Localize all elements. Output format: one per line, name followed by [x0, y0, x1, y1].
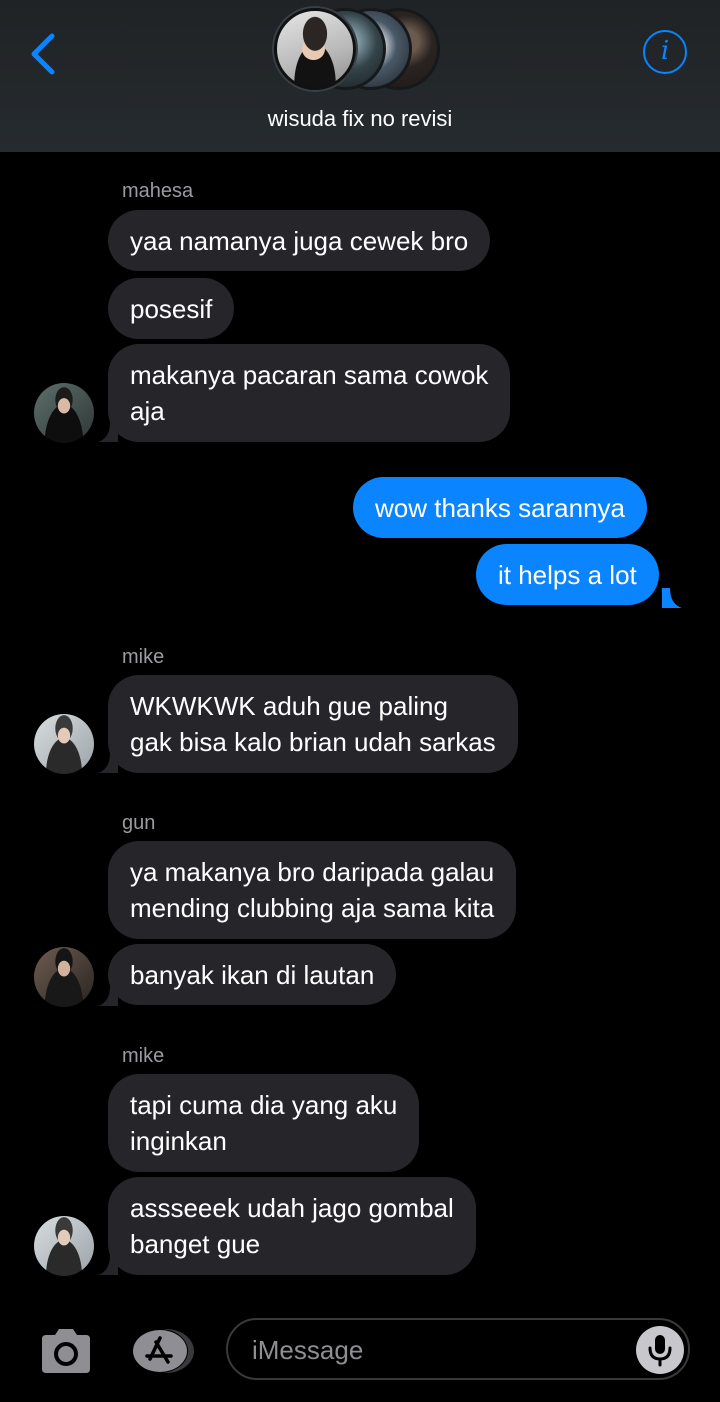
message-text: aja [130, 396, 165, 426]
avatar-mike[interactable] [34, 714, 94, 774]
message-input-container[interactable] [226, 1318, 690, 1380]
message-text: assseeek udah jago gombal [130, 1193, 454, 1223]
avatar-mahesa[interactable] [34, 383, 94, 443]
info-icon: i [660, 36, 670, 66]
camera-button[interactable] [38, 1327, 94, 1375]
message-text: wow thanks sarannya [375, 493, 626, 523]
info-button[interactable]: i [643, 30, 687, 74]
message-text: WKWKWK aduh gue paling [130, 691, 448, 721]
back-button[interactable] [26, 28, 66, 78]
group-name[interactable]: wisuda fix no revisi [0, 106, 720, 132]
sender-name: gun [122, 812, 156, 834]
message-text: makanya pacaran sama cowok [130, 360, 489, 390]
message-text: gak bisa kalo brian udah sarkas [130, 727, 496, 757]
sender-name: mahesa [122, 180, 194, 202]
outgoing-message[interactable]: wow thanks sarannya [353, 477, 648, 538]
message-text: tapi cuma dia yang aku [130, 1090, 398, 1120]
incoming-message[interactable]: WKWKWK aduh gue paling gak bisa kalo bri… [108, 675, 518, 773]
camera-icon [42, 1329, 90, 1373]
avatar-mike[interactable] [34, 1216, 94, 1276]
message-text: mending clubbing aja sama kita [130, 893, 495, 923]
app-store-icon [132, 1329, 194, 1373]
incoming-message[interactable]: tapi cuma dia yang aku inginkan [108, 1074, 420, 1172]
message-input[interactable] [252, 1330, 632, 1370]
message-text: it helps a lot [498, 560, 637, 590]
microphone-icon [648, 1335, 672, 1367]
incoming-message[interactable]: posesif [108, 278, 235, 339]
message-text: inginkan [130, 1126, 227, 1156]
message-text: posesif [130, 294, 213, 324]
message-text: banyak ikan di lautan [130, 960, 375, 990]
group-avatar-stack[interactable] [272, 6, 452, 92]
incoming-message[interactable]: banyak ikan di lautan [108, 944, 397, 1005]
bubble-tail [98, 422, 118, 442]
dictation-button[interactable] [636, 1326, 684, 1374]
bubble-tail [98, 753, 118, 773]
bubble-tail [98, 1255, 118, 1275]
incoming-message[interactable]: yaa namanya juga cewek bro [108, 210, 491, 271]
message-text: banget gue [130, 1229, 261, 1259]
apps-button[interactable] [130, 1327, 196, 1375]
incoming-message[interactable]: ya makanya bro daripada galau mending cl… [108, 841, 517, 939]
message-text: yaa namanya juga cewek bro [130, 226, 469, 256]
bubble-tail [98, 986, 118, 1006]
outgoing-message[interactable]: it helps a lot [476, 544, 659, 605]
incoming-message[interactable]: assseeek udah jago gombal banget gue [108, 1177, 476, 1275]
bubble-tail [662, 588, 682, 608]
sender-name: mike [122, 1045, 165, 1067]
member-avatar [274, 8, 356, 90]
avatar-gun[interactable] [34, 947, 94, 1007]
message-text: ya makanya bro daripada galau [130, 857, 495, 887]
chevron-left-icon [31, 33, 55, 75]
incoming-message[interactable]: makanya pacaran sama cowok aja [108, 344, 511, 442]
conversation-header: wisuda fix no revisi i [0, 0, 720, 152]
sender-name: mike [122, 646, 165, 668]
